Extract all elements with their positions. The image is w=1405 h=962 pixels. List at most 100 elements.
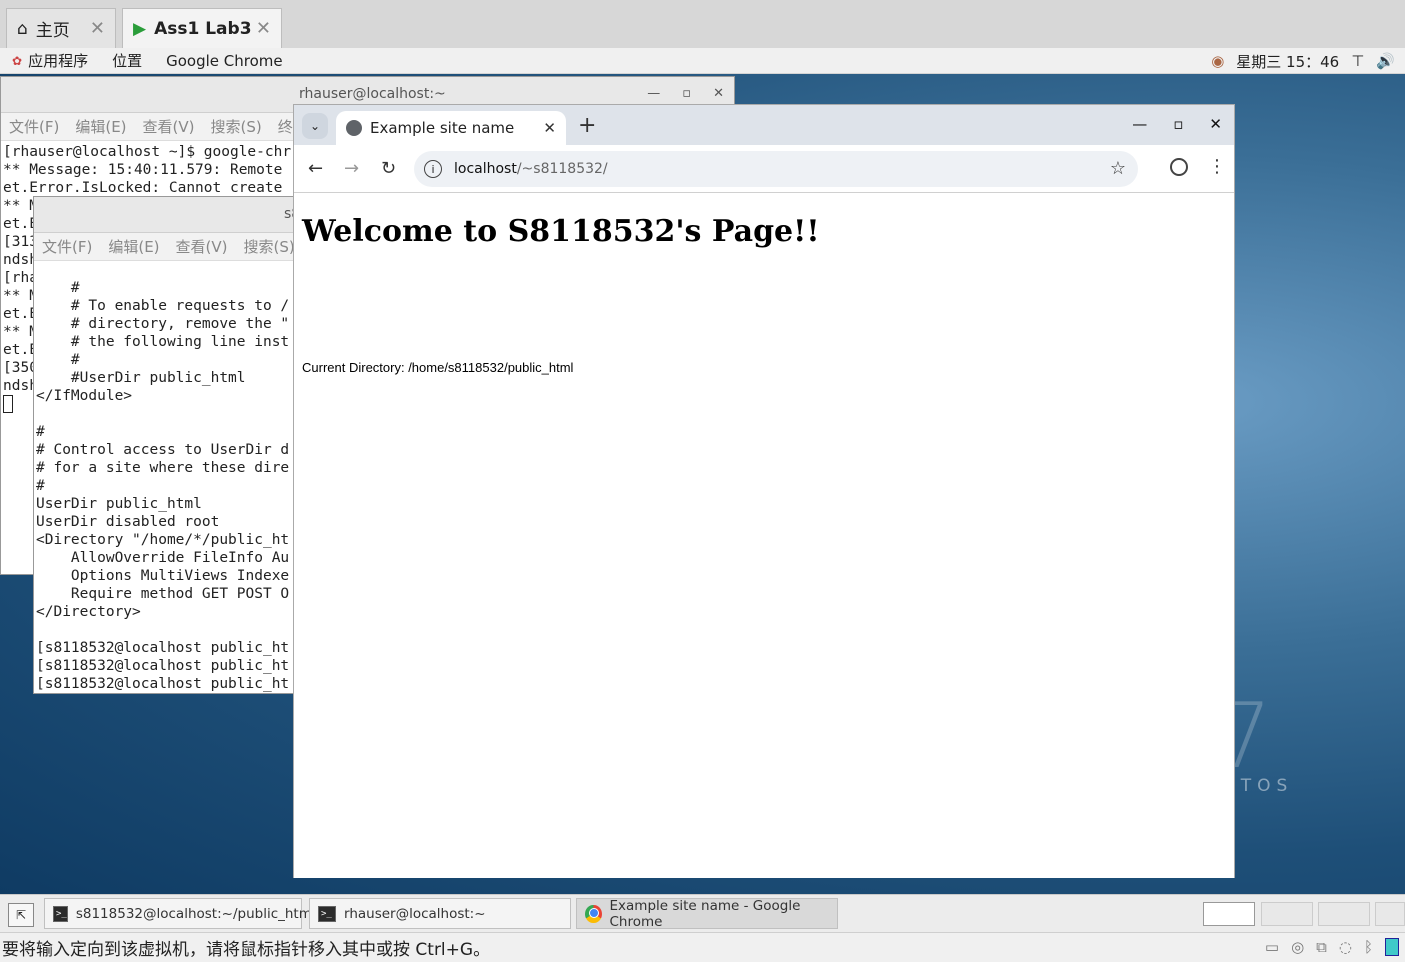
terminal-line: [s8118532@localhost public_ht bbox=[36, 676, 290, 692]
terminal-line: # bbox=[36, 280, 80, 296]
taskbar-item-label: s8118532@localhost:~/public_html bbox=[75, 905, 316, 922]
taskbar-item-chrome[interactable]: Example site name - Google Chrome bbox=[576, 898, 838, 930]
terminal-line: </Directory> bbox=[36, 604, 141, 620]
taskbar-item-terminal-s8118532[interactable]: >_ s8118532@localhost:~/public_html bbox=[44, 898, 316, 929]
url-path: /~s8118532/ bbox=[516, 161, 608, 177]
show-desktop-button[interactable]: ⇱ bbox=[8, 903, 34, 927]
active-app-menu[interactable]: Google Chrome bbox=[154, 52, 295, 70]
close-icon[interactable]: ✕ bbox=[1209, 115, 1222, 133]
menu-search[interactable]: 搜索(S) bbox=[244, 236, 295, 257]
kebab-menu-icon[interactable]: ⋮ bbox=[1208, 156, 1226, 177]
globe-icon bbox=[346, 120, 362, 136]
terminal-titlebar[interactable]: s8 bbox=[34, 197, 332, 233]
menu-search[interactable]: 搜索(S) bbox=[211, 116, 262, 137]
chrome-icon bbox=[585, 904, 602, 923]
menu-file[interactable]: 文件(F) bbox=[42, 236, 92, 257]
menu-edit[interactable]: 编辑(E) bbox=[75, 116, 126, 137]
network-icon[interactable]: ⊤ bbox=[1351, 52, 1364, 70]
maximize-icon[interactable]: ▫ bbox=[682, 86, 691, 101]
terminal-line: [s8118532@localhost public_ht bbox=[36, 640, 290, 656]
terminal-line: # for a site where these dire bbox=[36, 460, 290, 476]
vm-status-icon[interactable] bbox=[1385, 938, 1399, 956]
terminal-line: [s8118532@localhost public_ht bbox=[36, 658, 290, 674]
web-page: Welcome to S8118532's Page!! Current Dir… bbox=[294, 194, 1234, 878]
menu-edit[interactable]: 编辑(E) bbox=[108, 236, 159, 257]
terminal-line: # Control access to UserDir d bbox=[36, 442, 290, 458]
terminal-line: UserDir disabled root bbox=[36, 514, 220, 530]
applications-label: 应用程序 bbox=[28, 52, 89, 70]
workspace-4[interactable] bbox=[1375, 902, 1405, 926]
minimize-icon[interactable]: — bbox=[1132, 115, 1147, 133]
places-menu[interactable]: 位置 bbox=[100, 50, 154, 71]
hard-disk-icon[interactable]: ▭ bbox=[1265, 938, 1279, 956]
terminal-line: # To enable requests to / bbox=[36, 298, 290, 314]
vm-tab-home-label: 主页 bbox=[35, 21, 70, 41]
active-app-label: Google Chrome bbox=[166, 51, 283, 70]
terminal-line: # bbox=[36, 478, 45, 494]
terminal-line: <Directory "/home/*/public_ht bbox=[36, 532, 290, 548]
terminal-line: ** Message: 15:40:11.579: Remote bbox=[3, 162, 283, 178]
vmware-status-bar: 要将输入定向到该虚拟机，请将鼠标指针移入其中或按 Ctrl+G。 ▭ ◎ ⧉ ◌… bbox=[0, 932, 1405, 962]
terminal-line: # the following line inst bbox=[36, 334, 290, 350]
maximize-icon[interactable]: ▫ bbox=[1173, 115, 1183, 133]
vm-tab-ass1-lab3[interactable]: ▶ Ass1 Lab3 ✕ bbox=[122, 8, 282, 48]
reload-icon[interactable]: ↻ bbox=[381, 158, 396, 179]
new-tab-button[interactable]: + bbox=[578, 113, 596, 138]
menu-view[interactable]: 查看(V) bbox=[143, 116, 195, 137]
back-icon[interactable]: ← bbox=[308, 158, 323, 179]
minimize-icon[interactable]: — bbox=[647, 86, 660, 101]
terminal-menubar: 文件(F) 编辑(E) 查看(V) 搜索(S) bbox=[34, 233, 332, 261]
apps-icon: ✿ bbox=[12, 53, 23, 68]
close-icon[interactable]: ✕ bbox=[713, 86, 724, 101]
volume-icon[interactable]: 🔊 bbox=[1376, 52, 1395, 70]
workspace-2[interactable] bbox=[1261, 902, 1313, 926]
taskbar: ⇱ >_ s8118532@localhost:~/public_html >_… bbox=[0, 894, 1405, 932]
terminal-line: # directory, remove the " bbox=[36, 316, 290, 332]
terminal-line: AllowOverride FileInfo Au bbox=[36, 550, 290, 566]
forward-icon[interactable]: → bbox=[344, 158, 359, 179]
terminal-output[interactable]: # # To enable requests to / # directory,… bbox=[36, 279, 289, 693]
close-icon[interactable]: ✕ bbox=[90, 18, 105, 39]
home-icon: ⌂ bbox=[17, 18, 28, 39]
terminal-line: </IfModule> bbox=[36, 388, 133, 404]
chrome-tab-strip: ⌄ Example site name ✕ + — ▫ ✕ bbox=[294, 105, 1234, 145]
page-heading: Welcome to S8118532's Page!! bbox=[302, 214, 820, 249]
terminal-icon: >_ bbox=[318, 905, 336, 922]
site-info-icon[interactable]: i bbox=[424, 160, 442, 178]
chevron-down-icon: ⌄ bbox=[309, 119, 321, 133]
bookmark-star-icon[interactable]: ☆ bbox=[1110, 158, 1126, 179]
applications-menu[interactable]: ✿ 应用程序 bbox=[0, 50, 100, 71]
cd-rom-icon[interactable]: ◎ bbox=[1291, 938, 1304, 956]
notification-icon[interactable]: ◉ bbox=[1211, 52, 1224, 70]
menu-file[interactable]: 文件(F) bbox=[9, 116, 59, 137]
tab-search-button[interactable]: ⌄ bbox=[302, 113, 328, 139]
menu-view[interactable]: 查看(V) bbox=[176, 236, 228, 257]
vm-tab-home[interactable]: ⌂ 主页 ✕ bbox=[6, 8, 116, 48]
taskbar-item-terminal-rhauser[interactable]: >_ rhauser@localhost:~ bbox=[309, 898, 571, 929]
terminal-line: Require method GET POST O bbox=[36, 586, 290, 602]
chrome-tab-title: Example site name bbox=[370, 119, 515, 137]
vm-tab-label: Ass1 Lab3 bbox=[154, 18, 252, 39]
network-adapter-icon[interactable]: ⧉ bbox=[1316, 938, 1327, 956]
terminal-window-s8118532[interactable]: s8 文件(F) 编辑(E) 查看(V) 搜索(S) # # To enable… bbox=[33, 196, 333, 694]
clock[interactable]: 星期三 15：46 bbox=[1236, 51, 1339, 72]
terminal-line: [rhauser@localhost ~]$ google-chr bbox=[3, 144, 292, 160]
close-icon[interactable]: ✕ bbox=[543, 119, 556, 137]
terminal-line: Options MultiViews Indexe bbox=[36, 568, 290, 584]
terminal-cursor bbox=[3, 395, 13, 413]
terminal-line: UserDir public_html bbox=[36, 496, 202, 512]
bluetooth-icon[interactable]: ᛒ bbox=[1364, 938, 1373, 956]
chrome-window[interactable]: ⌄ Example site name ✕ + — ▫ ✕ ← → ↻ i lo… bbox=[293, 104, 1235, 878]
chrome-toolbar: ← → ↻ i localhost/~s8118532/ ☆ ⋮ bbox=[294, 145, 1234, 193]
workspace-1[interactable] bbox=[1203, 902, 1255, 926]
close-icon[interactable]: ✕ bbox=[256, 18, 271, 39]
profile-icon[interactable] bbox=[1170, 158, 1188, 176]
address-bar[interactable]: i localhost/~s8118532/ ☆ bbox=[414, 151, 1138, 187]
chrome-tab[interactable]: Example site name ✕ bbox=[336, 111, 566, 145]
current-directory-text: Current Directory: /home/s8118532/public… bbox=[302, 360, 574, 375]
terminal-title: rhauser@localhost:~ bbox=[299, 86, 446, 102]
workspace-3[interactable] bbox=[1318, 902, 1370, 926]
usb-icon[interactable]: ◌ bbox=[1339, 938, 1352, 956]
